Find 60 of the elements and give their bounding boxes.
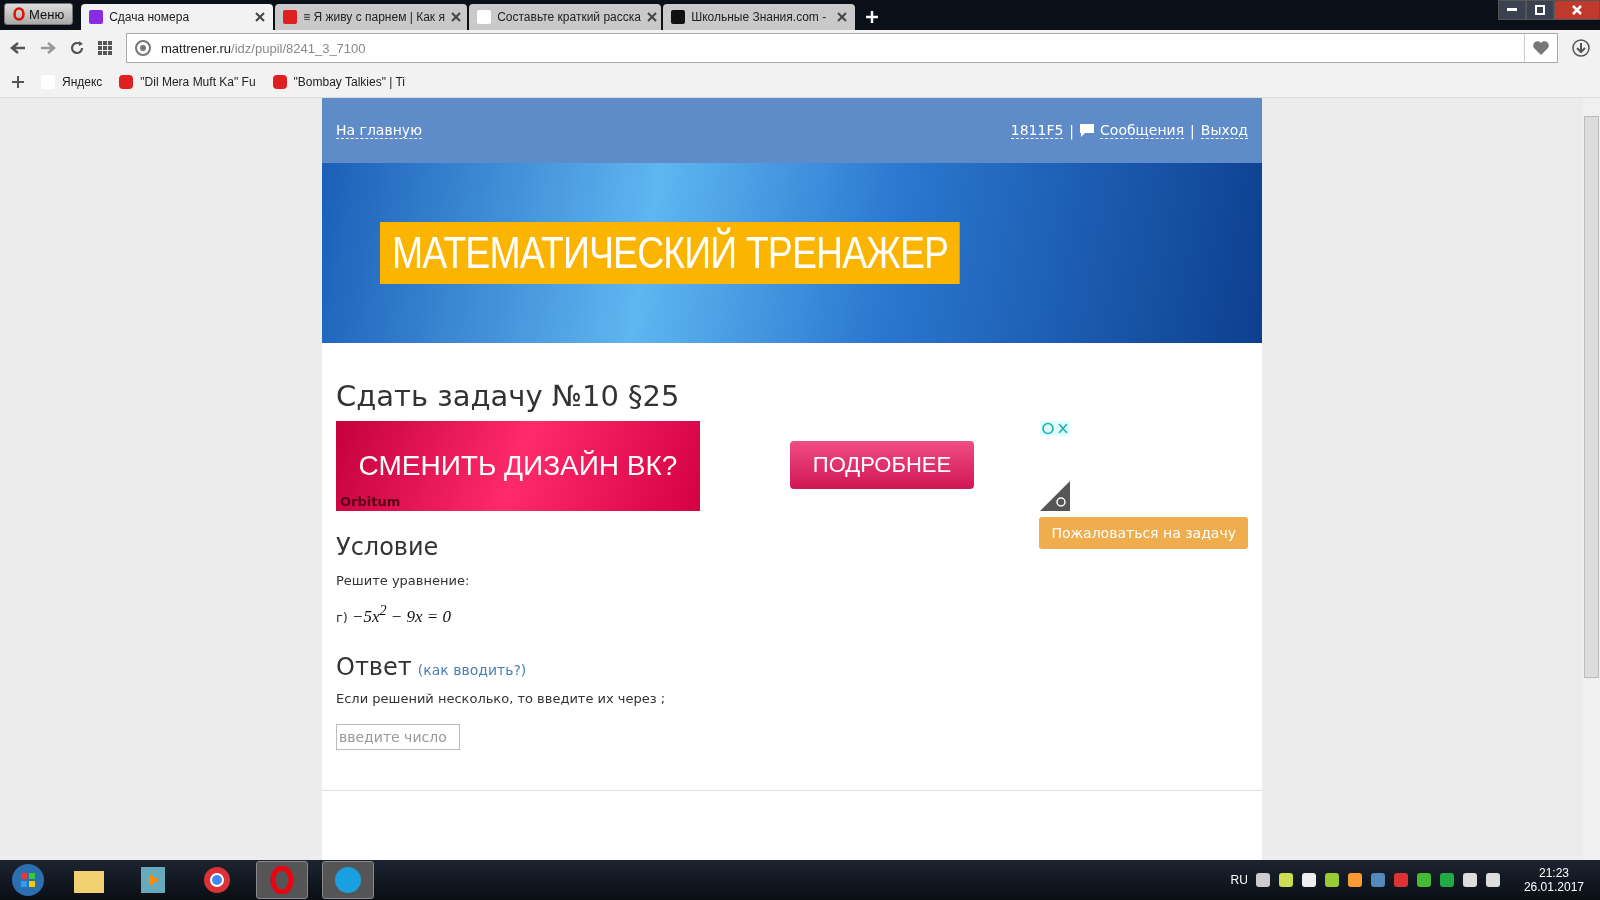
favicon-icon: [89, 10, 104, 24]
tab-title: Школьные Знания.com -: [691, 10, 828, 24]
favicon-icon: [477, 10, 492, 24]
close-window-button[interactable]: [1554, 0, 1600, 20]
clock-date: 26.01.2017: [1523, 880, 1584, 894]
address-field[interactable]: mattrener.ru/idz/pupil/8241_3_7100: [126, 33, 1558, 63]
close-icon[interactable]: [837, 12, 848, 22]
close-icon[interactable]: [255, 12, 266, 22]
minimize-icon: [1507, 8, 1517, 12]
close-icon: [1572, 5, 1582, 15]
plus-icon[interactable]: [12, 75, 24, 88]
minimize-button[interactable]: [1498, 0, 1526, 20]
o-logo-icon: [13, 7, 25, 21]
menu-button[interactable]: Меню: [4, 3, 74, 25]
item-label: г): [336, 609, 348, 625]
heart-icon[interactable]: [1532, 40, 1550, 56]
language-indicator[interactable]: RU: [1230, 873, 1248, 887]
download-icon[interactable]: [1572, 39, 1590, 57]
separator-text: |: [1069, 122, 1075, 139]
globe-icon: [135, 40, 151, 56]
favicon-icon: [671, 10, 686, 24]
browser-tab[interactable]: Школьные Знания.com -: [663, 4, 856, 30]
clock-time: 21:23: [1538, 866, 1569, 880]
separator-text: |: [1190, 122, 1195, 139]
speech-bubble-icon: [1080, 124, 1095, 137]
reload-icon[interactable]: [70, 41, 84, 55]
page-heading: Сдать задачу №10 §25: [336, 379, 681, 413]
scrollbar-thumb[interactable]: [1584, 116, 1599, 678]
bookmark-link[interactable]: "Bombay Talkies" | Ti: [271, 73, 406, 90]
close-icon[interactable]: [646, 12, 657, 22]
close-icon[interactable]: [450, 12, 461, 22]
ad-banner[interactable]: СМЕНИТЬ ДИЗАЙН ВК? Orbitum: [336, 421, 700, 511]
section-heading: Ответ: [336, 652, 412, 681]
grid-icon[interactable]: [98, 41, 112, 55]
tab-title: Составьте краткий расска: [497, 10, 641, 24]
bookmark-link[interactable]: "Dil Mera Muft Ka" Fu: [118, 73, 256, 90]
maximize-button[interactable]: [1526, 0, 1554, 20]
site-title: МАТЕМАТИЧЕСКИЙ ТРЕНАЖЕР: [380, 222, 961, 284]
equation: −5x$^{2}$ − 9x = 0: [351, 602, 451, 627]
ad-info-close-icon[interactable]: [1040, 421, 1070, 436]
tab-title: Сдача номера: [109, 10, 191, 24]
browser-tab[interactable]: Составьте краткий расска: [469, 4, 662, 30]
url-text: mattrener.ru/idz/pupil/8241_3_7100: [161, 40, 366, 56]
back-icon[interactable]: [10, 41, 26, 55]
browser-tab[interactable]: Сдача номера: [81, 4, 274, 30]
browser-tab[interactable]: ≡ Я живу с парнем | Как я: [275, 4, 468, 30]
answer-input[interactable]: введите число: [336, 723, 460, 750]
help-link[interactable]: (как вводить?): [417, 661, 527, 678]
forward-icon[interactable]: [40, 41, 56, 55]
ad-brand: Orbitum: [340, 494, 401, 509]
tab-title: ≡ Я живу с парнем | Как я: [303, 10, 445, 24]
condition-text: Решите уравнение:: [336, 573, 471, 588]
answer-hint: Если решений несколько, то введите их через ;: [336, 690, 667, 706]
ad-button[interactable]: ПОДРОБНЕЕ: [790, 441, 974, 489]
section-heading: Условие: [336, 533, 439, 561]
ad-text: СМЕНИТЬ ДИЗАЙН ВК?: [358, 450, 678, 482]
bookmark-link[interactable]: Яндекс: [40, 73, 103, 90]
corner-refresh-icon[interactable]: [1040, 481, 1070, 511]
maximize-icon: [1535, 5, 1545, 15]
favicon-icon: [283, 10, 298, 24]
